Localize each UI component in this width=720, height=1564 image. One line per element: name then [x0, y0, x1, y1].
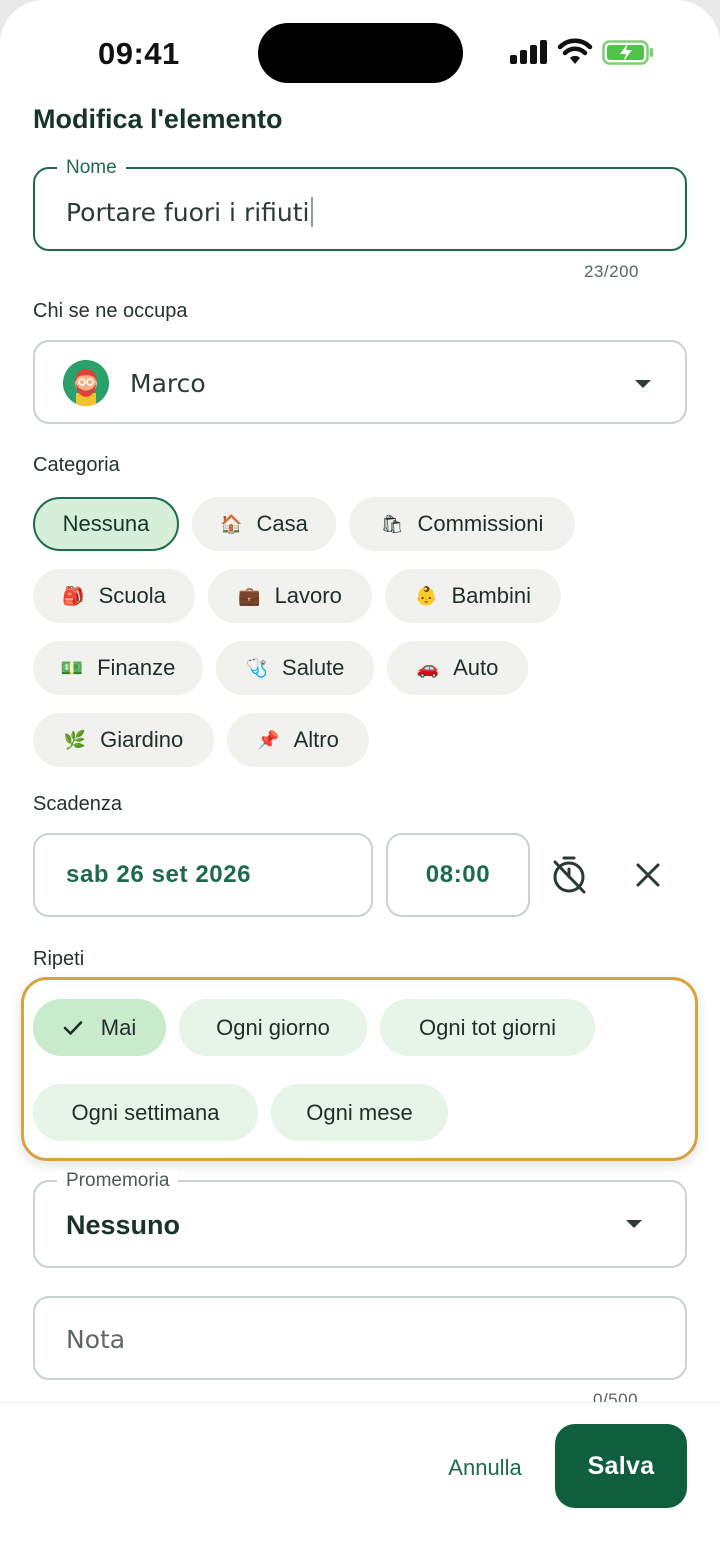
backpack-icon: 🎒	[62, 585, 85, 607]
assignee-name: Marco	[130, 369, 206, 398]
name-field-value: Portare fuori i rifiuti	[66, 198, 310, 227]
wifi-icon	[557, 38, 593, 64]
reminder-value: Nessuno	[66, 1210, 181, 1240]
category-label: Categoria	[33, 454, 120, 476]
edit-item-screen: 09:41 Modifica l'elemento Nome Portare f…	[0, 0, 720, 1564]
due-time-field[interactable]: 08:00	[386, 833, 530, 917]
money-icon: 💵	[60, 657, 84, 679]
due-label: Scadenza	[33, 793, 122, 815]
remove-time-button[interactable]	[546, 852, 592, 898]
pushpin-icon: 📌	[257, 729, 280, 751]
due-time-value: 08:00	[425, 861, 491, 888]
category-chip-lavoro[interactable]: 💼 Lavoro	[208, 569, 372, 623]
assignee-label: Chi se ne occupa	[33, 300, 188, 322]
note-field[interactable]: Nota	[33, 1296, 687, 1380]
category-chip-altro[interactable]: 📌 Altro	[227, 713, 369, 767]
name-char-counter: 23/200	[584, 262, 639, 281]
baby-icon: 👶	[415, 585, 438, 607]
chevron-down-icon	[626, 1220, 642, 1228]
close-icon	[636, 863, 660, 887]
clear-due-button[interactable]	[625, 852, 671, 898]
car-icon: 🚗	[416, 657, 440, 679]
shopping-bags-icon: 🛍	[380, 513, 404, 535]
repeat-option-ogni-tot-giorni[interactable]: Ogni tot giorni	[380, 999, 595, 1056]
timer-off-icon	[553, 856, 586, 894]
category-chip-salute[interactable]: 🩺 Salute	[216, 641, 374, 695]
avatar-icon	[63, 360, 109, 406]
repeat-options-group: Mai Ogni giorno Ogni tot giorni Ogni set…	[21, 977, 698, 1161]
reminder-label: Promemoria	[57, 1170, 179, 1192]
category-chip-finanze[interactable]: 💵 Finanze	[33, 641, 203, 695]
repeat-option-ogni-settimana[interactable]: Ogni settimana	[33, 1084, 258, 1141]
status-time: 09:41	[98, 36, 180, 71]
category-chip-bambini[interactable]: 👶 Bambini	[385, 569, 561, 623]
note-placeholder: Nota	[66, 1325, 126, 1354]
stethoscope-icon: 🩺	[245, 657, 269, 679]
text-caret	[310, 197, 313, 227]
reminder-dropdown[interactable]: Promemoria Nessuno	[33, 1170, 687, 1268]
category-chip-giardino[interactable]: 🌿 Giardino	[33, 713, 214, 767]
battery-charging-icon	[602, 40, 653, 65]
repeat-option-mai[interactable]: Mai	[33, 999, 166, 1056]
repeat-option-ogni-mese[interactable]: Ogni mese	[271, 1084, 448, 1141]
category-chip-casa[interactable]: 🏠 Casa	[192, 497, 336, 551]
house-icon: 🏠	[220, 513, 243, 535]
avatar	[63, 360, 109, 406]
save-button[interactable]: Salva	[555, 1424, 687, 1508]
category-chip-scuola[interactable]: 🎒 Scuola	[33, 569, 195, 623]
chevron-down-icon	[635, 380, 651, 388]
name-field[interactable]: Nome Portare fuori i rifiuti	[33, 157, 687, 251]
check-icon	[63, 1020, 83, 1036]
page-title: Modifica l'elemento	[33, 104, 283, 134]
category-chip-nessuna[interactable]: Nessuna	[33, 497, 179, 551]
dynamic-island	[258, 23, 463, 83]
assignee-dropdown[interactable]: Marco	[33, 340, 687, 424]
category-chip-auto[interactable]: 🚗 Auto	[387, 641, 528, 695]
due-date-field[interactable]: sab 26 set 2026	[33, 833, 373, 917]
due-date-value: sab 26 set 2026	[66, 861, 252, 888]
category-chip-commissioni[interactable]: 🛍 Commissioni	[349, 497, 575, 551]
signal-icon	[510, 40, 548, 64]
name-field-label: Nome	[57, 157, 126, 179]
repeat-option-ogni-giorno[interactable]: Ogni giorno	[179, 999, 367, 1056]
repeat-label: Ripeti	[33, 948, 85, 970]
cancel-button[interactable]: Annulla	[430, 1444, 540, 1492]
briefcase-icon: 💼	[238, 585, 261, 607]
herb-icon: 🌿	[63, 729, 87, 751]
